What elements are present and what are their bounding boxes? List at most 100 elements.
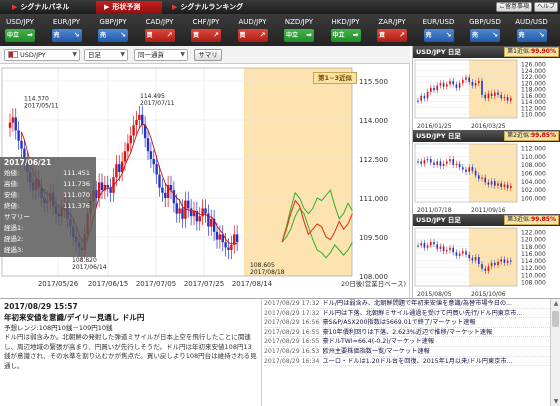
candle-body bbox=[494, 92, 496, 96]
scroll-up-icon[interactable]: ▲ bbox=[551, 299, 560, 309]
y-tick-label: 110.000 bbox=[521, 272, 546, 279]
news-headline[interactable]: 豪ドルTWI=66.4(-0.2)/マーケット速報 bbox=[322, 338, 434, 345]
tab-signal-ranking[interactable]: ▶ シグナルランキング bbox=[164, 1, 274, 14]
signal-badge[interactable]: 買 ↗ bbox=[237, 29, 268, 42]
compare-select[interactable]: 同一通貨 ▼ bbox=[134, 49, 188, 61]
help-button[interactable]: ヘルプ bbox=[534, 2, 558, 12]
notice-button[interactable]: ご留意事項 bbox=[496, 2, 532, 12]
news-time: 2017/08/29 16:56 bbox=[264, 319, 320, 327]
annotation-price: 114.370 bbox=[24, 96, 49, 103]
tab-arrow-icon: ▶ bbox=[172, 3, 178, 11]
candle-body bbox=[462, 167, 464, 170]
news-headline[interactable]: 豪10年債利回りは下落、2.623%近辺で推移/マーケット速報 bbox=[322, 329, 492, 336]
currency-pair-label: EUR/JPY bbox=[52, 18, 81, 26]
summary-button[interactable]: サマリ bbox=[194, 49, 222, 61]
tooltip-label: 始値: bbox=[4, 169, 20, 177]
signal-badge[interactable]: 中立 ➡ bbox=[284, 29, 314, 42]
candle-body bbox=[207, 213, 210, 227]
period-select[interactable]: 日足 ▼ bbox=[84, 49, 128, 61]
news-headline[interactable]: ドル/円は弱含み、北朝鮮問題で年初来安値を意識/為替市場今日の... bbox=[322, 300, 512, 307]
news-item[interactable]: 2017/08/29 16:34 ユーロ・ドルは1.20ドル台を回復、2015年1… bbox=[264, 357, 550, 367]
candle-body bbox=[484, 177, 486, 183]
currency-card[interactable]: EUR/USD 売 ↘ bbox=[421, 16, 457, 44]
tab-signal-panel[interactable]: ▶ シグナルパネル bbox=[4, 1, 94, 14]
news-list: 2017/08/29 17:32 ドル/円は弱含み、北朝鮮問題で年初来安値を意識/… bbox=[264, 299, 550, 406]
similar-chart-header: USD/JPY 日足 第1近似:99.90% bbox=[413, 46, 560, 58]
signal-badge[interactable]: 売 ↘ bbox=[470, 29, 500, 42]
signal-badge[interactable]: 中立 ➡ bbox=[330, 29, 361, 42]
currency-card[interactable]: GBP/USD 売 ↘ bbox=[467, 16, 503, 44]
news-item[interactable]: 2017/08/29 16:56 豪S&P/ASX200指数は5669.01で終了… bbox=[264, 318, 550, 328]
currency-pair-label: CHF/JPY bbox=[192, 18, 220, 26]
forecast-footer: 20日後(営業日ベース) bbox=[341, 279, 406, 288]
candle-body bbox=[500, 259, 502, 262]
candle-body bbox=[138, 114, 141, 120]
news-item[interactable]: 2017/08/29 17:32 ドル/円は弱含み、北朝鮮問題で年初来安値を意識/… bbox=[264, 299, 550, 309]
similar-chart-1[interactable]: USD/JPY 日足 第1近似:99.90% 126.000 124.000 122.0… bbox=[412, 46, 560, 130]
similarity-label: 第3近似: bbox=[507, 216, 531, 223]
y-tick-label: 108.000 bbox=[521, 162, 546, 169]
tooltip-row: 高値: 111.736 bbox=[0, 179, 96, 190]
currency-card[interactable]: ZAR/JPY 買 ↗ bbox=[374, 16, 410, 44]
signal-badge[interactable]: 中立 ➡ bbox=[5, 29, 35, 42]
currency-card[interactable]: USD/JPY 中立 ➡ bbox=[2, 16, 38, 44]
news-headline[interactable]: ユーロ・ドルは1.20ドル台を回復、2015年1月以来/ドル円東京市... bbox=[322, 358, 512, 365]
news-time: 2017/08/29 17:32 bbox=[264, 309, 320, 317]
candle-body bbox=[132, 125, 135, 136]
currency-signal-strip: USD/JPY 中立 ➡ EUR/JPY 売 ↘ GBP/JPY 売 ↘ CAD/JPY 買 ↗ CHF… bbox=[0, 14, 560, 46]
arrow-down-icon: ↘ bbox=[73, 31, 80, 39]
signal-badge[interactable]: 売 ↘ bbox=[423, 29, 454, 42]
candle-body bbox=[224, 242, 227, 248]
main-candlestick-chart[interactable]: 115.500 114.000 112.500 111.000 109.500 108.0… bbox=[0, 64, 410, 298]
news-headline[interactable]: ドル円は下落、北朝鮮ミサイル通過を受けて円買い先行/ドル円東京市... bbox=[322, 310, 522, 317]
candle-body bbox=[442, 163, 445, 167]
top-navigation-bar: ▶ シグナルパネル ▶ 形状予測 ▶ シグナルランキング ご留意事項 ヘルプ bbox=[0, 0, 560, 14]
candle-body bbox=[465, 251, 467, 255]
candle-body bbox=[230, 244, 233, 250]
news-headline[interactable]: 欧州主要株価指数一覧/マーケット速報 bbox=[322, 348, 429, 355]
candle-body bbox=[458, 163, 461, 168]
signal-label: 売 bbox=[53, 32, 60, 39]
candle-body bbox=[11, 117, 15, 123]
currency-card[interactable]: NZD/JPY 中立 ➡ bbox=[281, 16, 317, 44]
currency-pair-label: EUR/USD bbox=[422, 18, 455, 26]
signal-badge[interactable]: 売 ↘ bbox=[98, 29, 128, 42]
currency-card[interactable]: AUD/JPY 買 ↗ bbox=[235, 16, 271, 44]
currency-card[interactable]: GBP/JPY 売 ↘ bbox=[95, 16, 131, 44]
signal-badge[interactable]: 買 ↗ bbox=[144, 29, 175, 42]
candle-body bbox=[436, 244, 438, 249]
signal-badge[interactable]: 売 ↘ bbox=[516, 29, 547, 42]
news-scrollbar[interactable]: ▲ ▼ bbox=[550, 299, 560, 406]
signal-badge[interactable]: 買 ↗ bbox=[377, 29, 407, 42]
news-item[interactable]: 2017/08/29 16:53 欧州主要株価指数一覧/マーケット速報 bbox=[264, 347, 550, 357]
news-item[interactable]: 2017/08/29 16:55 豪ドルTWI=66.4(-0.2)/マーケット速… bbox=[264, 337, 550, 347]
candle-body bbox=[490, 93, 493, 96]
currency-card[interactable]: HKD/JPY 中立 ➡ bbox=[328, 16, 364, 44]
similar-chart-3[interactable]: USD/JPY 日足 第3近似:99.85% 122.000 120.000 118.0… bbox=[412, 214, 560, 298]
similar-chart-header: USD/JPY 日足 第2近似:99.85% bbox=[413, 130, 560, 142]
news-headline[interactable]: 豪S&P/ASX200指数は5669.01で終了/マーケット速報 bbox=[322, 319, 475, 326]
similar-chart-2[interactable]: USD/JPY 日足 第2近似:99.85% 112.000 110.000 108.0… bbox=[412, 130, 560, 214]
news-item[interactable]: 2017/08/29 16:55 豪10年債利回りは下落、2.623%近辺で推移/… bbox=[264, 328, 550, 338]
news-item[interactable]: 2017/08/29 17:32 ドル円は下落、北朝鮮ミサイル通過を受けて円買い先… bbox=[264, 309, 550, 319]
candle-body bbox=[478, 175, 480, 179]
tab-shape-forecast[interactable]: ▶ 形状予測 bbox=[96, 1, 162, 14]
candle-body bbox=[465, 77, 467, 80]
signal-badge[interactable]: 買 ↗ bbox=[191, 29, 221, 42]
candle-body bbox=[452, 247, 454, 253]
currency-pair-label: ZAR/JPY bbox=[378, 18, 406, 26]
currency-card[interactable]: EUR/JPY 売 ↘ bbox=[49, 16, 85, 44]
signal-badge[interactable]: 売 ↘ bbox=[51, 29, 82, 42]
currency-card[interactable]: CAD/JPY 買 ↗ bbox=[142, 16, 178, 44]
currency-pair-label: GBP/JPY bbox=[99, 18, 127, 26]
currency-pair-select[interactable]: USD/JPY ▼ bbox=[4, 49, 80, 61]
candle-body bbox=[506, 97, 509, 101]
currency-card[interactable]: CHF/JPY 買 ↗ bbox=[188, 16, 224, 44]
currency-card[interactable]: AUD/USD 売 ↘ bbox=[514, 16, 550, 44]
tooltip-row: 安値: 111.070 bbox=[0, 190, 96, 201]
candle-body bbox=[430, 87, 432, 92]
scroll-thumb[interactable] bbox=[552, 311, 559, 327]
article-range: 予想レンジ:108円10銭－109円10銭 bbox=[4, 324, 113, 332]
scroll-down-icon[interactable]: ▼ bbox=[551, 397, 560, 406]
candle-body bbox=[490, 181, 493, 185]
